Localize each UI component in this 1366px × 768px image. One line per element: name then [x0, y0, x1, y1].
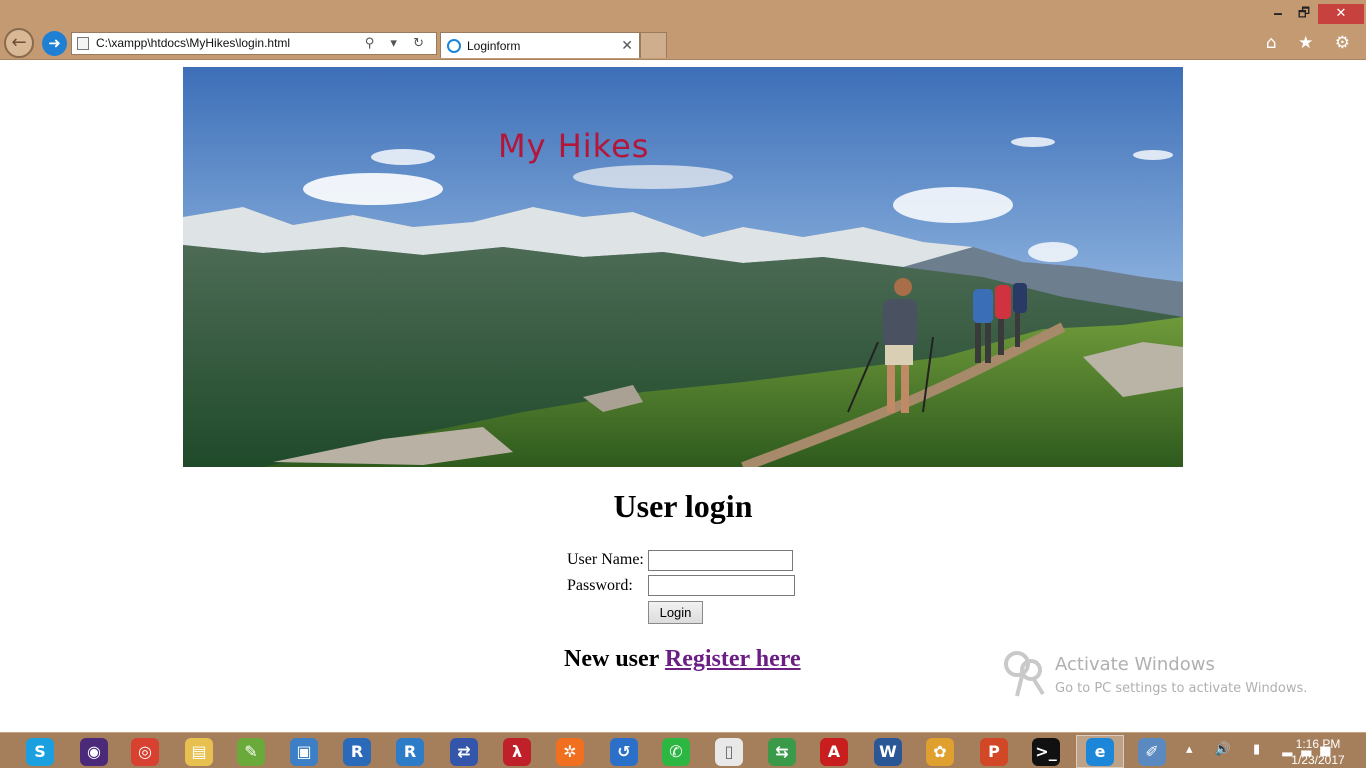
rstudio-r-icon: R — [343, 737, 371, 766]
new-user-prompt: New user Register here — [564, 646, 801, 673]
transfer-icon: ⇆ — [768, 737, 796, 766]
back-button[interactable]: ← — [4, 28, 34, 58]
close-window-button[interactable]: ✕ — [1318, 4, 1364, 24]
activate-subtitle: Go to PC settings to activate Windows. — [1055, 681, 1308, 696]
new-user-text: New user — [564, 646, 659, 672]
password-label: Password: — [567, 577, 633, 594]
taskbar-item[interactable]: ✿ — [916, 735, 964, 768]
taskbar-item[interactable]: ◉ — [70, 735, 118, 768]
taskbar-item[interactable]: >_ — [1022, 735, 1070, 768]
paint-icon: ✿ — [926, 737, 954, 766]
internet-explorer-icon: e — [1086, 737, 1114, 766]
taskbar-item[interactable]: ◎ — [121, 735, 169, 768]
notes-icon: ✐ — [1138, 737, 1166, 766]
network-tool-icon: ⇄ — [450, 737, 478, 766]
page-icon — [77, 37, 89, 50]
word-icon: W — [874, 737, 902, 766]
arrow-left-icon: ← — [11, 32, 27, 53]
taskbar-item[interactable]: ↺ — [600, 735, 648, 768]
taskbar-item[interactable]: ▣ — [280, 735, 328, 768]
restore-button[interactable]: 🗗 — [1292, 4, 1316, 24]
banner-title: My Hikes — [498, 127, 650, 165]
register-link[interactable]: Register here — [665, 646, 801, 672]
close-tab-icon[interactable]: ✕ — [621, 33, 633, 59]
dolphin-icon: ↺ — [610, 737, 638, 766]
password-input[interactable] — [648, 575, 795, 596]
notepad-plus-icon: ✎ — [237, 737, 265, 766]
banner-image: My Hikes — [183, 67, 1183, 467]
activate-title: Activate Windows — [1055, 654, 1215, 675]
acrobat-icon: A — [820, 737, 848, 766]
taskbar-item[interactable]: S — [16, 735, 64, 768]
taskbar-item[interactable]: ▤ — [175, 735, 223, 768]
key-icon — [1004, 651, 1045, 697]
powerpoint-icon: P — [980, 737, 1008, 766]
taskbar-item[interactable]: λ — [493, 735, 541, 768]
taskbar-item[interactable]: ⇄ — [440, 735, 488, 768]
internet-explorer-icon — [447, 39, 461, 53]
taskbar-item[interactable]: ✲ — [546, 735, 594, 768]
tab-title: Loginform — [467, 39, 521, 53]
taskbar-item[interactable]: e — [1076, 735, 1124, 768]
new-tab-button[interactable] — [640, 32, 667, 58]
virtualbox-icon: ▣ — [290, 737, 318, 766]
erlang-icon: λ — [503, 737, 531, 766]
taskbar-item[interactable]: ✐ — [1128, 735, 1176, 768]
chrome-icon: ◎ — [131, 737, 159, 766]
activate-windows-watermark: Activate Windows Go to PC settings to ac… — [1003, 650, 1333, 700]
taskbar-item[interactable]: P — [970, 735, 1018, 768]
taskbar-item[interactable]: ✆ — [652, 735, 700, 768]
skype-icon: S — [26, 737, 54, 766]
address-tools[interactable]: ⚲ ▾ ↻ — [365, 33, 430, 54]
page-title: User login — [613, 488, 753, 524]
username-input[interactable] — [648, 550, 793, 571]
whatsapp-icon: ✆ — [662, 737, 690, 766]
command-prompt-icon: >_ — [1032, 737, 1060, 766]
taskbar-item[interactable]: ▯ — [705, 735, 753, 768]
address-bar[interactable]: C:\xampp\htdocs\MyHikes\login.html ⚲ ▾ ↻ — [71, 32, 437, 55]
arrow-right-icon: ➜ — [48, 34, 61, 52]
taskbar-item[interactable]: ✎ — [227, 735, 275, 768]
browser-chrome: 🗕 🗗 ✕ ← ➜ C:\xampp\htdocs\MyHikes\login.… — [0, 0, 1366, 60]
r-icon: R — [396, 737, 424, 766]
tab-loginform[interactable]: Loginform ✕ — [440, 32, 640, 58]
taskbar-item[interactable]: R — [386, 735, 434, 768]
document-icon: ▯ — [715, 737, 743, 766]
address-text: C:\xampp\htdocs\MyHikes\login.html — [96, 36, 291, 50]
taskbar-item[interactable]: A — [810, 735, 858, 768]
mountain-landscape — [183, 67, 1183, 467]
minimize-button[interactable]: 🗕 — [1266, 4, 1290, 24]
xampp-icon: ✲ — [556, 737, 584, 766]
login-button[interactable]: Login — [648, 601, 703, 624]
forward-button[interactable]: ➜ — [42, 31, 67, 56]
home-favorites-settings-icons[interactable]: ⌂ ★ ⚙ — [1266, 33, 1358, 53]
taskbar: S ◉ ◎ ▤ ✎ ▣ R R ⇄ λ ✲ ↺ ✆ ▯ ⇆ A W ✿ P >_ e ✐ — [0, 732, 1366, 768]
taskbar-item[interactable]: ⇆ — [758, 735, 806, 768]
taskbar-item[interactable]: R — [333, 735, 381, 768]
clock-time[interactable]: 1:16 PM — [1286, 737, 1350, 751]
file-explorer-icon: ▤ — [185, 737, 213, 766]
username-label: User Name: — [567, 551, 644, 568]
taskbar-item[interactable]: W — [864, 735, 912, 768]
eclipse-icon: ◉ — [80, 737, 108, 766]
clock-date[interactable]: 1/23/2017 — [1286, 753, 1350, 767]
